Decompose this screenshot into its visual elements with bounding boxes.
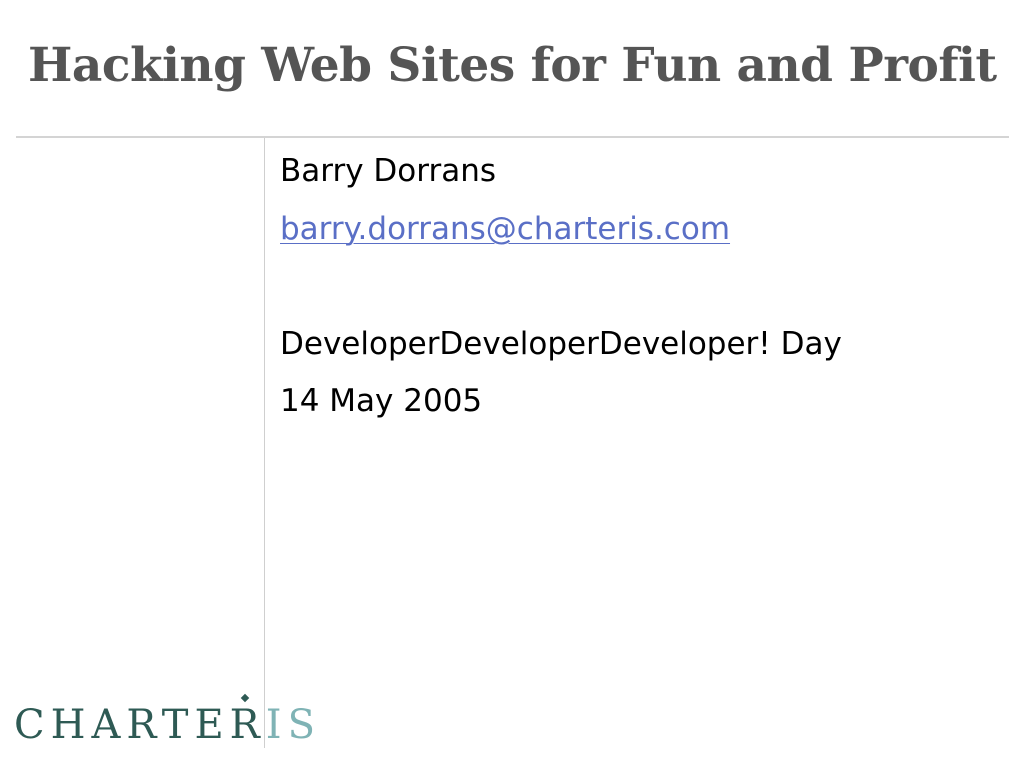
vertical-divider	[264, 138, 265, 748]
slide: Hacking Web Sites for Fun and Profit Bar…	[0, 0, 1024, 768]
logo-dot-icon	[240, 693, 250, 703]
email-link[interactable]: barry.dorrans@charteris.com	[280, 211, 730, 247]
title-divider	[16, 136, 1009, 138]
author-name: Barry Dorrans	[280, 153, 496, 189]
charteris-logo: CHARTERIS	[14, 693, 315, 747]
logo-wordmark: CHARTERIS	[14, 703, 321, 747]
logo-text-accent: IS	[265, 702, 321, 748]
event-date: 14 May 2005	[280, 383, 483, 419]
slide-body: Barry Dorrans barry.dorrans@charteris.co…	[280, 150, 842, 438]
logo-text-main: CHARTER	[14, 702, 266, 748]
event-name: DeveloperDeveloperDeveloper! Day	[280, 325, 842, 362]
email-line: barry.dorrans@charteris.com	[280, 208, 842, 266]
slide-title: Hacking Web Sites for Fun and Profit	[28, 38, 997, 93]
